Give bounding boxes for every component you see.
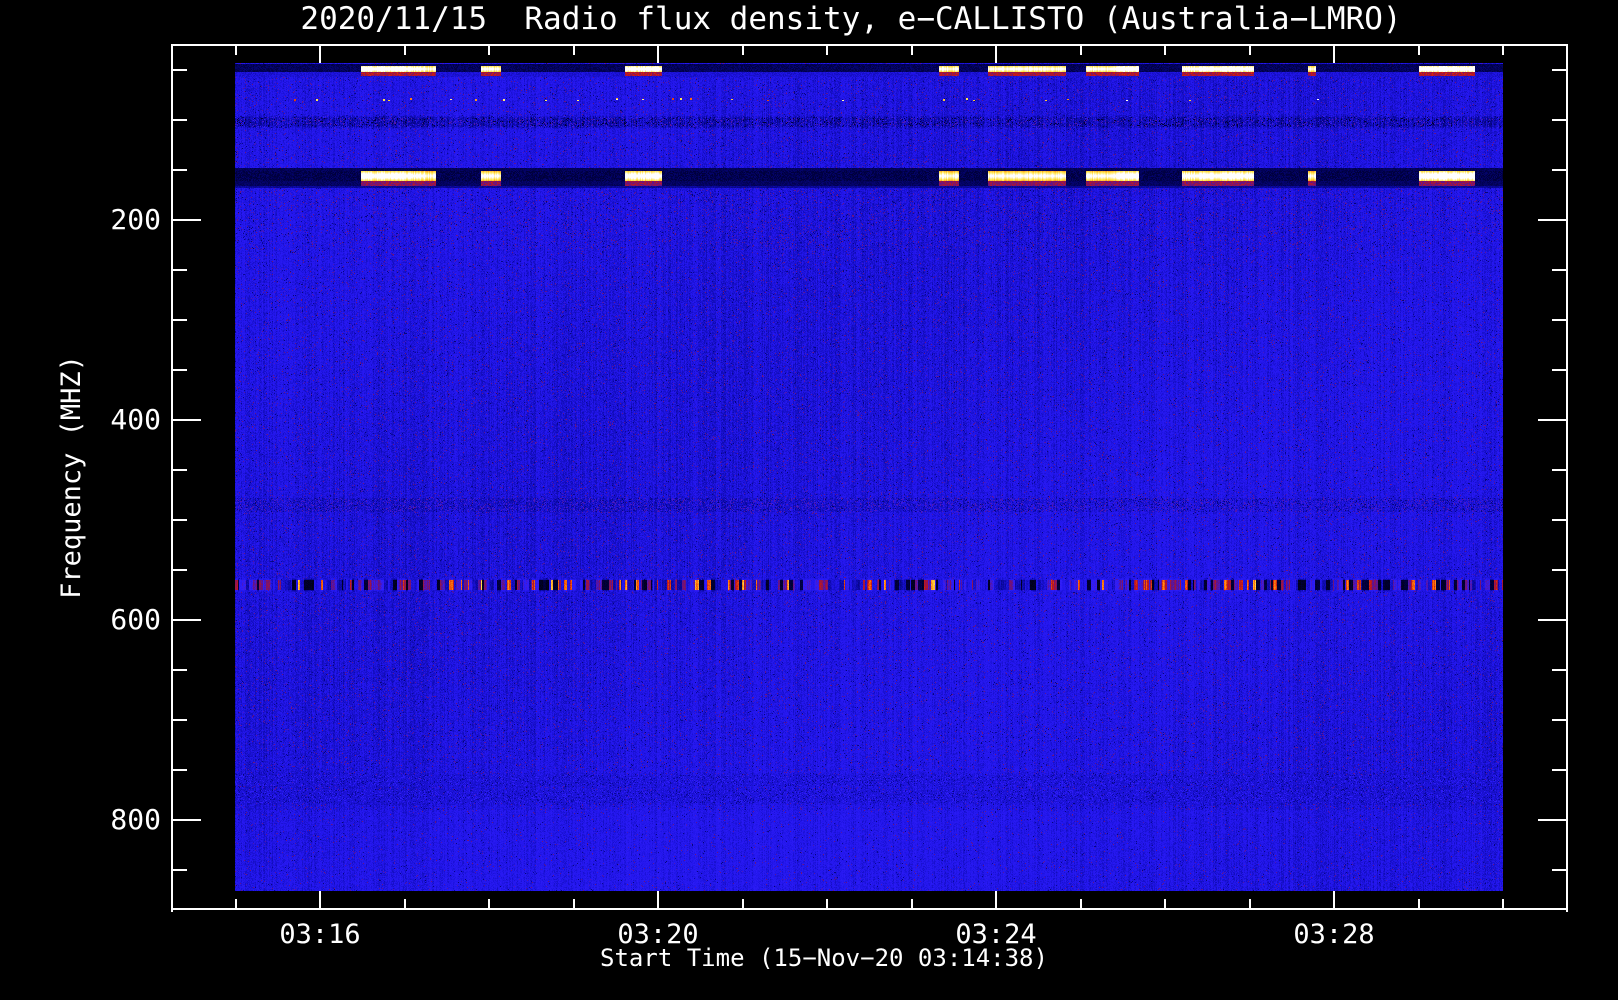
y-minor-tick <box>173 319 187 321</box>
x-minor-tick-top <box>235 46 237 55</box>
x-major-tick-top <box>319 46 321 63</box>
x-axis-label: Start Time (15−Nov−20 03:14:38) <box>600 944 1048 972</box>
x-minor-tick-top <box>488 46 490 55</box>
x-minor-tick <box>1080 899 1082 908</box>
y-major-tick <box>173 219 201 221</box>
x-minor-tick-top <box>1080 46 1082 55</box>
x-minor-tick-top <box>911 46 913 55</box>
y-minor-tick <box>173 269 187 271</box>
y-minor-tick-right <box>1552 869 1566 871</box>
x-minor-tick-top <box>1249 46 1251 55</box>
y-minor-tick-right <box>1552 69 1566 71</box>
x-minor-tick <box>235 899 237 908</box>
y-minor-tick-right <box>1552 169 1566 171</box>
page-root: 2020/11/15 Radio flux density, e−CALLIST… <box>0 0 1618 1000</box>
x-minor-tick <box>826 899 828 908</box>
x-tick-label: 03:16 <box>279 919 361 950</box>
x-minor-tick <box>742 899 744 908</box>
x-minor-tick-top <box>742 46 744 55</box>
x-minor-tick <box>1164 899 1166 908</box>
x-minor-tick-top <box>826 46 828 55</box>
y-major-tick <box>173 419 201 421</box>
axis-line-bottom <box>171 908 1568 910</box>
x-major-tick-top <box>657 46 659 63</box>
x-minor-tick <box>404 899 406 908</box>
y-minor-tick-right <box>1552 269 1566 271</box>
x-minor-tick-top <box>1418 46 1420 55</box>
axis-line-right <box>1566 44 1568 912</box>
y-minor-tick <box>173 469 187 471</box>
x-minor-tick <box>488 899 490 908</box>
y-minor-tick-right <box>1552 369 1566 371</box>
y-minor-tick-right <box>1552 519 1566 521</box>
x-minor-tick <box>1502 899 1504 908</box>
y-minor-tick-right <box>1552 669 1566 671</box>
chart-title: 2020/11/15 Radio flux density, e−CALLIST… <box>300 1 1402 37</box>
x-minor-tick-top <box>404 46 406 55</box>
y-major-tick-right <box>1538 219 1566 221</box>
y-major-tick <box>173 619 201 621</box>
y-minor-tick <box>173 719 187 721</box>
spectrogram-heatmap <box>235 63 1503 891</box>
y-major-tick-right <box>1538 819 1566 821</box>
x-major-tick <box>657 891 659 908</box>
x-major-tick <box>319 891 321 908</box>
y-minor-tick <box>173 769 187 771</box>
x-minor-tick-top <box>573 46 575 55</box>
y-tick-label: 800 <box>110 803 161 836</box>
x-minor-tick-top <box>1164 46 1166 55</box>
x-major-tick <box>1333 891 1335 908</box>
x-minor-tick <box>1249 899 1251 908</box>
y-minor-tick <box>173 369 187 371</box>
y-major-tick-right <box>1538 619 1566 621</box>
y-minor-tick-right <box>1552 569 1566 571</box>
y-major-tick-right <box>1538 419 1566 421</box>
x-major-tick <box>995 891 997 908</box>
x-major-tick-top <box>995 46 997 63</box>
y-major-tick <box>173 819 201 821</box>
y-axis-label: Frequency (MHZ) <box>56 355 87 599</box>
y-tick-label: 600 <box>110 603 161 636</box>
x-minor-tick <box>573 899 575 908</box>
y-minor-tick-right <box>1552 119 1566 121</box>
x-minor-tick-top <box>1502 46 1504 55</box>
axis-line-top <box>171 44 1568 46</box>
x-major-tick-top <box>1333 46 1335 63</box>
x-tick-label: 03:28 <box>1293 919 1375 950</box>
y-minor-tick-right <box>1552 319 1566 321</box>
y-minor-tick-right <box>1552 769 1566 771</box>
y-minor-tick <box>173 69 187 71</box>
y-minor-tick <box>173 119 187 121</box>
x-minor-tick <box>911 899 913 908</box>
axis-line-left <box>171 44 173 912</box>
y-minor-tick <box>173 569 187 571</box>
y-minor-tick <box>173 669 187 671</box>
y-minor-tick <box>173 169 187 171</box>
y-minor-tick <box>173 519 187 521</box>
y-minor-tick-right <box>1552 719 1566 721</box>
y-tick-label: 200 <box>110 203 161 236</box>
y-minor-tick-right <box>1552 469 1566 471</box>
x-minor-tick <box>1418 899 1420 908</box>
y-minor-tick <box>173 869 187 871</box>
